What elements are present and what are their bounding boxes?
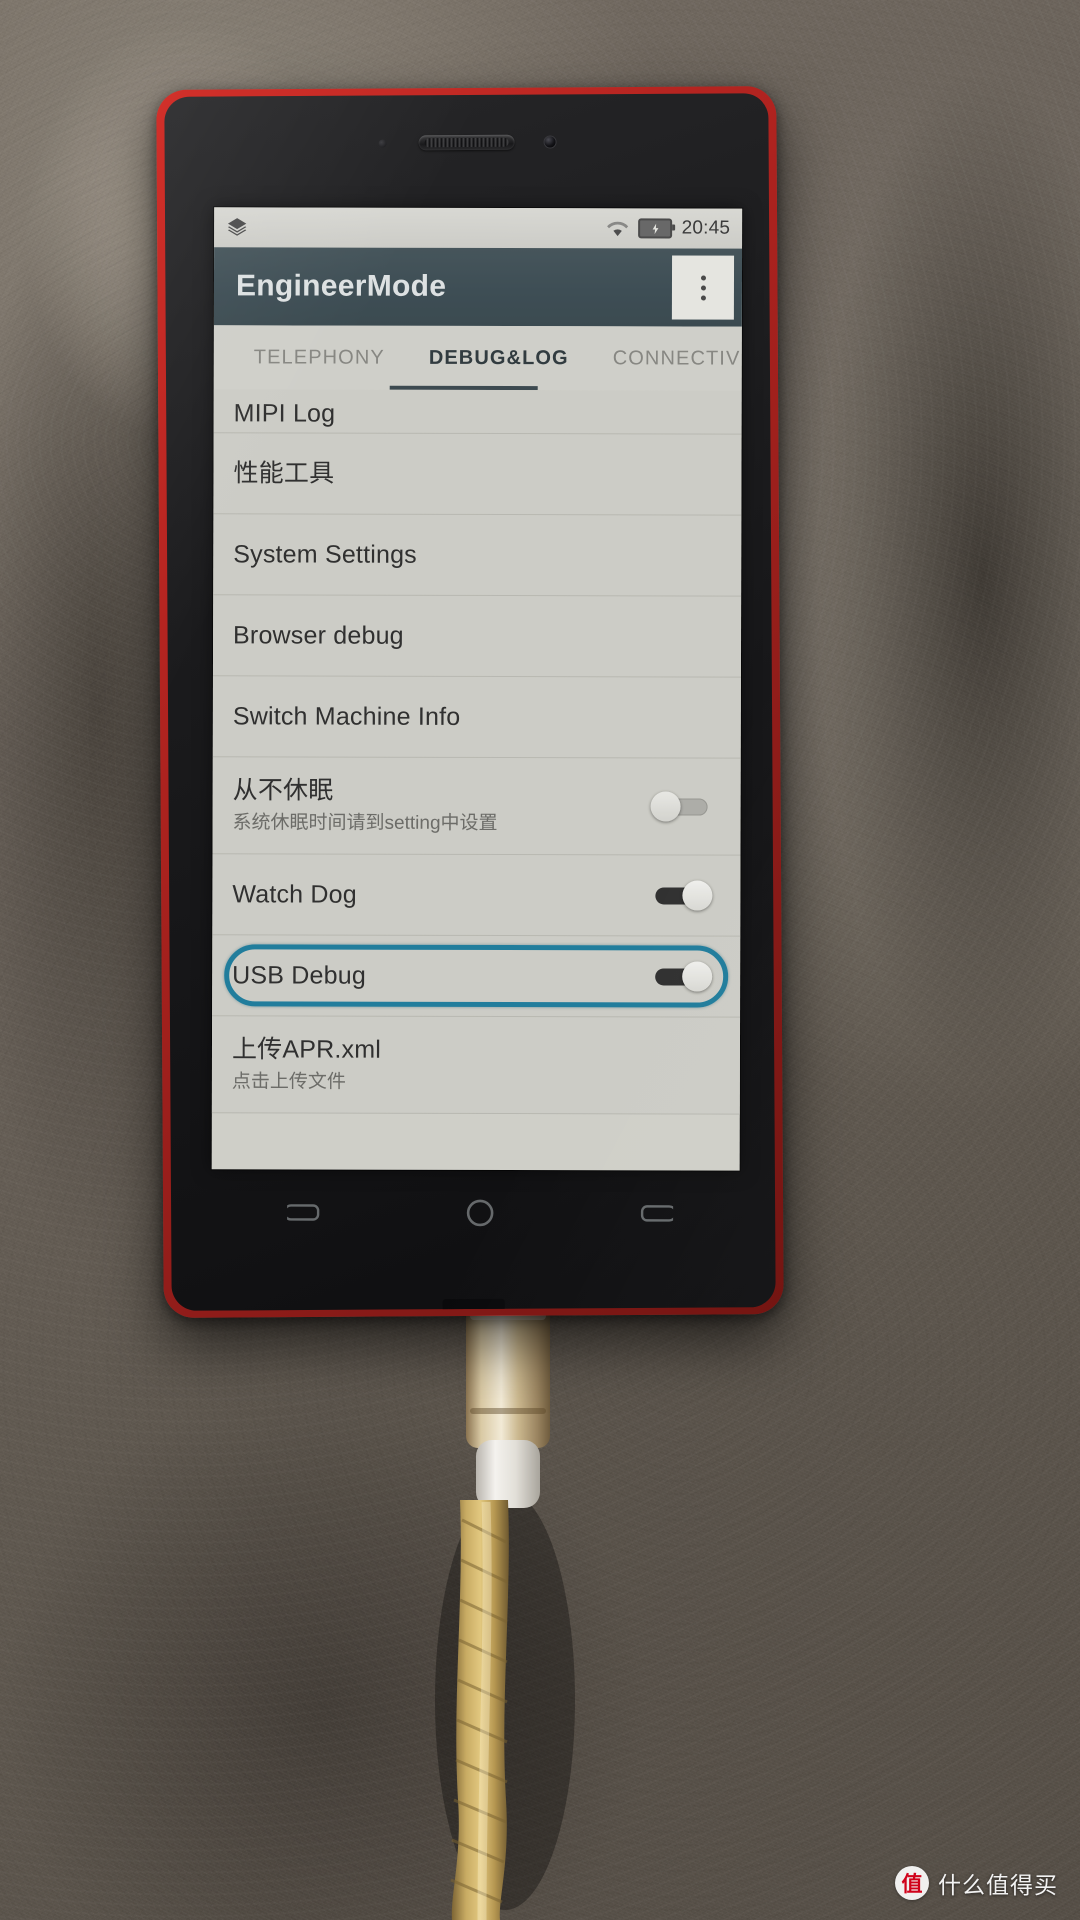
usb-port <box>442 1298 505 1311</box>
proximity-sensor-icon <box>378 139 387 148</box>
list-item-title: 性能工具 <box>233 458 335 488</box>
recent-apps-icon[interactable] <box>287 1199 321 1225</box>
watermark-text: 什么值得买 <box>938 1873 1058 1899</box>
list-item-title: 上传APR.xml <box>231 1035 382 1064</box>
status-bar: 20:45 <box>214 207 743 249</box>
list-item-title: Switch Machine Info <box>232 701 461 731</box>
list-item-performance-tools[interactable]: 性能工具 <box>213 433 742 516</box>
back-icon[interactable] <box>639 1200 673 1226</box>
list-item-mipi-log[interactable]: MIPI Log <box>213 389 742 435</box>
list-item-switch-machine-info[interactable]: Switch Machine Info <box>212 676 741 759</box>
phone-screen: 20:45 EngineerMode TELEPHONY DEBUG&LOG C… <box>211 207 743 1171</box>
android-navigation-bar <box>216 1169 744 1256</box>
list-item-browser-debug[interactable]: Browser debug <box>212 595 742 678</box>
tab-telephony[interactable]: TELEPHONY <box>232 325 407 389</box>
front-camera-icon <box>544 136 556 148</box>
list-item-subtitle: 系统休眠时间请到setting中设置 <box>232 812 498 834</box>
settings-list: MIPI Log 性能工具 System Settings Browser de… <box>211 389 742 1115</box>
battery-charging-icon <box>638 218 673 239</box>
list-item-title: Browser debug <box>233 620 404 650</box>
watermark: 值 什么值得买 <box>895 1866 1058 1900</box>
list-item-title: Watch Dog <box>232 879 357 909</box>
tab-bar: TELEPHONY DEBUG&LOG CONNECTIVITY HA <box>213 325 742 391</box>
app-bar: EngineerMode <box>213 247 743 327</box>
toggle-usb-debug[interactable] <box>650 961 713 992</box>
overflow-dot-icon <box>700 295 706 301</box>
watermark-logo: 值 <box>895 1866 929 1900</box>
list-item-usb-debug[interactable]: USB Debug <box>212 935 741 1018</box>
overflow-menu-button[interactable] <box>671 255 735 320</box>
overflow-dot-icon <box>700 285 706 291</box>
phone-device: 20:45 EngineerMode TELEPHONY DEBUG&LOG C… <box>156 86 784 1318</box>
list-item-title: 从不休眠 <box>232 776 334 805</box>
list-item-watch-dog[interactable]: Watch Dog <box>212 854 741 937</box>
list-item-subtitle: 点击上传文件 <box>231 1071 346 1093</box>
list-item-upload-apr-xml[interactable]: 上传APR.xml 点击上传文件 <box>211 1016 741 1115</box>
list-item-title: MIPI Log <box>233 399 336 428</box>
home-icon[interactable] <box>464 1197 496 1229</box>
earpiece-speaker <box>418 134 515 151</box>
list-item-system-settings[interactable]: System Settings <box>213 514 742 597</box>
toggle-watch-dog[interactable] <box>650 880 713 911</box>
status-bar-clock: 20:45 <box>681 217 731 239</box>
layers-icon <box>226 216 248 238</box>
overflow-dot-icon <box>700 275 706 281</box>
toggle-never-sleep[interactable] <box>650 791 713 822</box>
tab-debug-log[interactable]: DEBUG&LOG <box>407 326 591 390</box>
list-item-title: System Settings <box>233 539 417 569</box>
page-title: EngineerMode <box>235 269 447 303</box>
list-item-title: USB Debug <box>232 960 367 990</box>
list-item-never-sleep[interactable]: 从不休眠 系统休眠时间请到setting中设置 <box>212 757 741 856</box>
phone-body: 20:45 EngineerMode TELEPHONY DEBUG&LOG C… <box>164 93 776 1311</box>
tab-connectivity[interactable]: CONNECTIVITY <box>591 326 742 390</box>
wifi-icon <box>607 219 630 237</box>
